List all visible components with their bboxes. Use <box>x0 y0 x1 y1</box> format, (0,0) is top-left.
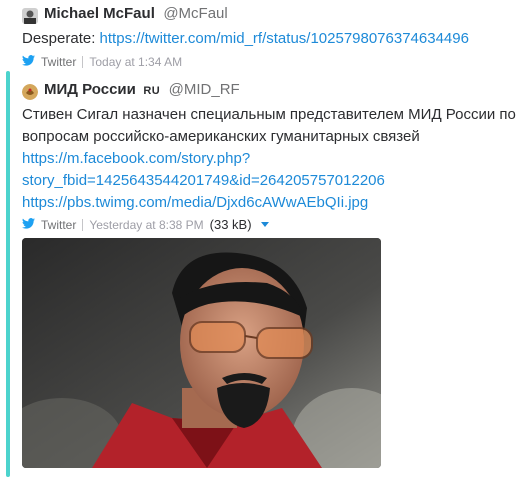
facebook-link-continued[interactable]: story_fbid=1425643544201749&id=264205757… <box>22 172 385 189</box>
file-size: (33 kB) <box>209 217 252 232</box>
caret-down-icon[interactable] <box>260 222 269 227</box>
tweet-text-line: Стивен Сигал назначен специальным предст… <box>22 106 516 123</box>
tweet2-text: Стивен Сигал назначен специальным предст… <box>22 104 517 214</box>
tweet1-header: Michael McFaul @McFaul <box>44 5 525 27</box>
divider <box>82 56 84 68</box>
author-handle: @McFaul <box>163 5 228 22</box>
avatar-mcfaul[interactable] <box>22 8 38 24</box>
timestamp[interactable]: Today at 1:34 AM <box>89 55 182 69</box>
image-link[interactable]: https://pbs.twimg.com/media/Djxd6cAWwAEb… <box>22 194 368 211</box>
author-name[interactable]: МИД России <box>44 81 136 98</box>
author-suffix: RU <box>143 85 161 97</box>
timestamp[interactable]: Yesterday at 8:38 PM <box>89 218 203 232</box>
divider <box>82 218 84 231</box>
tweet-text: Desperate: <box>22 30 100 47</box>
tweet-link[interactable]: https://twitter.com/mid_rf/status/102579… <box>100 30 469 47</box>
twitter-bird-icon <box>22 217 35 232</box>
facebook-link[interactable]: https://m.facebook.com/story.php? <box>22 150 250 167</box>
attached-photo[interactable] <box>22 238 381 468</box>
author-handle: @MID_RF <box>168 81 240 98</box>
source-label[interactable]: Twitter <box>41 218 76 232</box>
twitter-bird-icon <box>22 55 35 69</box>
avatar-mid-rf[interactable] <box>22 84 38 100</box>
tweet2-meta: Twitter Yesterday at 8:38 PM (33 kB) <box>22 217 525 232</box>
tweet1-text: Desperate: https://twitter.com/mid_rf/st… <box>22 28 525 50</box>
author-name[interactable]: Michael McFaul <box>44 5 155 22</box>
source-label[interactable]: Twitter <box>41 55 76 69</box>
tweet1-meta: Twitter Today at 1:34 AM <box>22 55 525 69</box>
tweet2-header: МИД России RU @MID_RF <box>44 81 525 103</box>
attachment-bar <box>6 71 10 477</box>
tweet-text-line: вопросам российско-американских гуманита… <box>22 128 420 145</box>
